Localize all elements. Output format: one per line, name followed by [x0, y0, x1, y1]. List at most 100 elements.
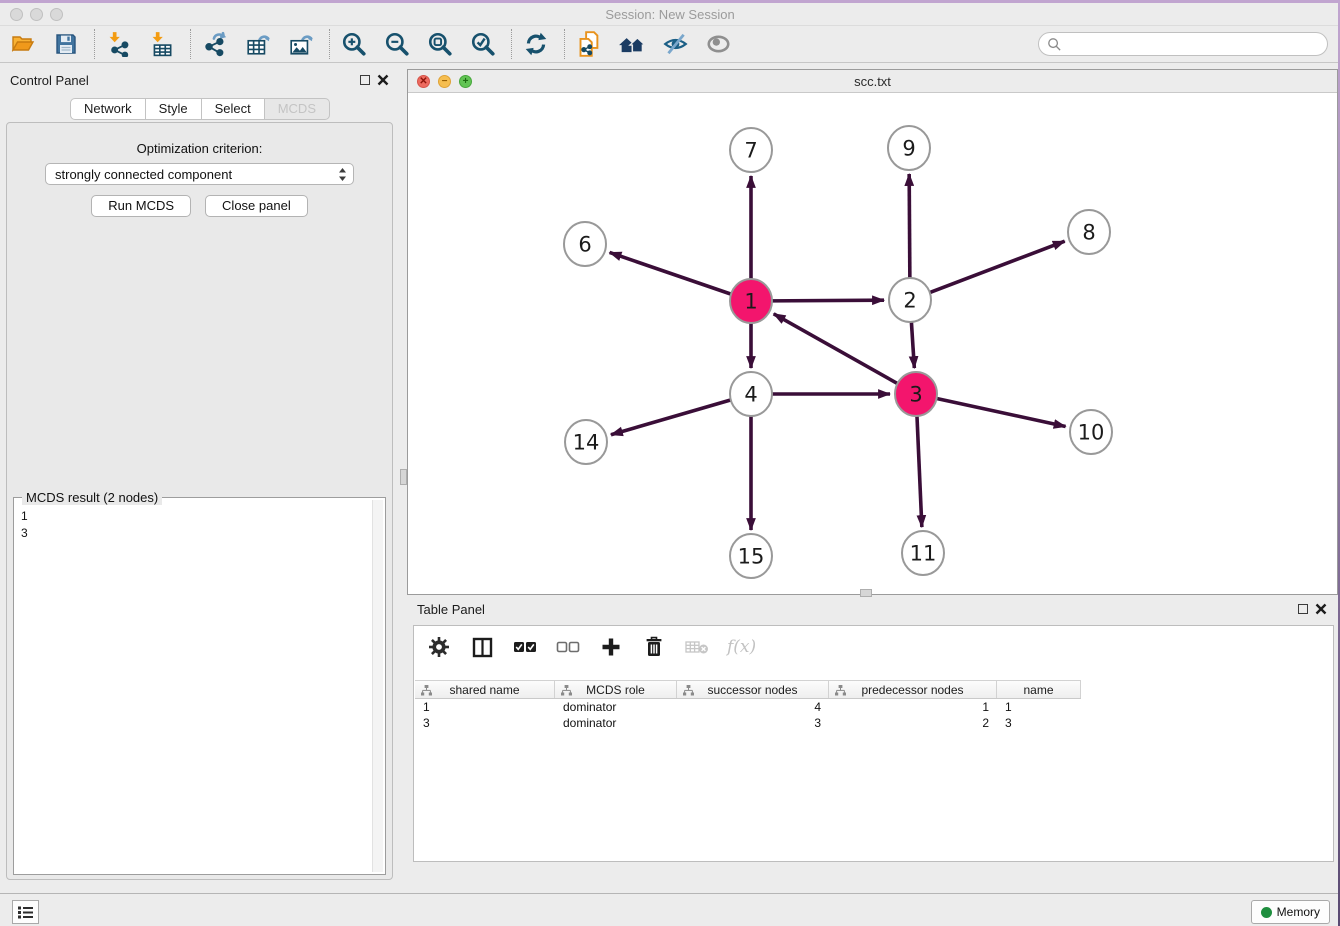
- list-icon: [17, 905, 34, 920]
- table-cell[interactable]: 4: [677, 699, 829, 715]
- column-header-successor-nodes[interactable]: successor nodes: [677, 681, 829, 698]
- column-header-name[interactable]: name: [997, 681, 1081, 698]
- table-toolbar: f(x): [414, 626, 1333, 668]
- graph-node-6[interactable]: 6: [564, 222, 606, 266]
- close-panel-icon[interactable]: [377, 74, 389, 86]
- table-cell[interactable]: 2: [829, 715, 997, 731]
- graph-node-3[interactable]: 3: [895, 372, 937, 416]
- graph-node-1[interactable]: 1: [730, 279, 772, 323]
- function-builder-icon[interactable]: f(x): [727, 634, 756, 660]
- tab-network[interactable]: Network: [70, 98, 146, 120]
- result-scrollbar[interactable]: [372, 500, 383, 872]
- table-cell[interactable]: 1: [415, 699, 555, 715]
- search-input[interactable]: [1062, 36, 1327, 52]
- delete-column-icon[interactable]: [641, 634, 667, 660]
- zoom-in-icon[interactable]: [339, 29, 369, 59]
- edge-2-8[interactable]: [929, 241, 1065, 293]
- node-label: 2: [903, 289, 916, 313]
- first-neighbors-icon[interactable]: [617, 29, 647, 59]
- float-panel-icon[interactable]: [360, 75, 370, 85]
- zoom-selected-icon[interactable]: [468, 29, 498, 59]
- refresh-layout-icon[interactable]: [521, 29, 551, 59]
- horizontal-splitter-grip[interactable]: [860, 589, 872, 597]
- export-image-icon[interactable]: [286, 29, 316, 59]
- edge-1-6[interactable]: [610, 252, 732, 294]
- table-cell[interactable]: 3: [415, 715, 555, 731]
- float-table-panel-icon[interactable]: [1298, 604, 1308, 614]
- table-cell[interactable]: 1: [997, 699, 1081, 715]
- memory-button[interactable]: Memory: [1251, 900, 1330, 924]
- graph-node-11[interactable]: 11: [902, 531, 944, 575]
- zoom-out-icon[interactable]: [382, 29, 412, 59]
- table-panel: Table Panel: [407, 595, 1340, 893]
- edge-1-2[interactable]: [771, 300, 884, 301]
- close-panel-button[interactable]: Close panel: [205, 195, 308, 217]
- table-cell[interactable]: 1: [829, 699, 997, 715]
- column-label: MCDS role: [586, 683, 645, 697]
- node-label: 11: [910, 542, 937, 566]
- node-label: 10: [1078, 421, 1105, 445]
- grid-body: 1dominator4113dominator323: [415, 699, 1081, 731]
- column-header-predecessor-nodes[interactable]: predecessor nodes: [829, 681, 997, 698]
- close-table-panel-icon[interactable]: [1315, 603, 1327, 615]
- tab-select[interactable]: Select: [202, 98, 265, 120]
- graph-node-8[interactable]: 8: [1068, 210, 1110, 254]
- deselect-all-icon[interactable]: [555, 634, 581, 660]
- graph-node-14[interactable]: 14: [565, 420, 607, 464]
- vertical-splitter-grip[interactable]: [400, 469, 407, 485]
- graph-node-15[interactable]: 15: [730, 534, 772, 578]
- tab-style[interactable]: Style: [146, 98, 202, 120]
- optimization-label: Optimization criterion:: [7, 141, 392, 156]
- table-cell[interactable]: dominator: [555, 699, 677, 715]
- table-cell[interactable]: 3: [677, 715, 829, 731]
- edge-3-1[interactable]: [774, 314, 899, 384]
- memory-label: Memory: [1277, 905, 1320, 919]
- show-all-icon[interactable]: [703, 29, 733, 59]
- zoom-fit-icon[interactable]: [425, 29, 455, 59]
- column-layout-icon[interactable]: [469, 634, 495, 660]
- table-row[interactable]: 3dominator323: [415, 715, 1081, 731]
- import-table-icon[interactable]: [147, 29, 177, 59]
- tab-mcds[interactable]: MCDS: [265, 98, 330, 120]
- edge-3-10[interactable]: [936, 398, 1066, 426]
- graph-node-4[interactable]: 4: [730, 372, 772, 416]
- table-row[interactable]: 1dominator411: [415, 699, 1081, 715]
- hierarchy-icon: [421, 685, 432, 699]
- mcds-result-text[interactable]: 13: [16, 506, 371, 872]
- criterion-select[interactable]: strongly connected component: [45, 163, 354, 185]
- edge-4-14[interactable]: [611, 400, 732, 435]
- edge-2-3[interactable]: [911, 320, 914, 368]
- main-toolbar: [0, 26, 1340, 63]
- run-mcds-button[interactable]: Run MCDS: [91, 195, 191, 217]
- edge-3-11[interactable]: [917, 414, 922, 527]
- network-canvas[interactable]: 7 9 6 8 1 2 4 3 14 10 15 11: [408, 93, 1337, 594]
- delete-table-icon[interactable]: [684, 634, 710, 660]
- import-network-icon[interactable]: [104, 29, 134, 59]
- column-label: successor nodes: [707, 683, 797, 697]
- add-column-icon[interactable]: [598, 634, 624, 660]
- clone-network-icon[interactable]: [574, 29, 604, 59]
- open-session-icon[interactable]: [8, 29, 38, 59]
- select-all-icon[interactable]: [512, 634, 538, 660]
- hide-selected-icon[interactable]: [660, 29, 690, 59]
- task-history-button[interactable]: [12, 900, 39, 924]
- titlebar: Session: New Session: [0, 3, 1340, 26]
- vertical-splitter[interactable]: [400, 66, 407, 893]
- table-cell[interactable]: dominator: [555, 715, 677, 731]
- node-label: 7: [744, 139, 757, 163]
- new-network-icon[interactable]: [200, 29, 230, 59]
- edge-2-9[interactable]: [909, 174, 910, 280]
- graph-node-10[interactable]: 10: [1070, 410, 1112, 454]
- node-table: f(x) shared name MCDS role successor nodes…: [413, 625, 1334, 862]
- toolbar-separator: [564, 29, 565, 59]
- graph-node-7[interactable]: 7: [730, 128, 772, 172]
- column-header-shared-name[interactable]: shared name: [415, 681, 555, 698]
- export-table-icon[interactable]: [243, 29, 273, 59]
- node-table-grid: shared name MCDS role successor nodes prede…: [415, 680, 1081, 731]
- save-session-icon[interactable]: [51, 29, 81, 59]
- graph-node-2[interactable]: 2: [889, 278, 931, 322]
- table-cell[interactable]: 3: [997, 715, 1081, 731]
- table-settings-icon[interactable]: [426, 634, 452, 660]
- graph-node-9[interactable]: 9: [888, 126, 930, 170]
- column-header-mcds-role[interactable]: MCDS role: [555, 681, 677, 698]
